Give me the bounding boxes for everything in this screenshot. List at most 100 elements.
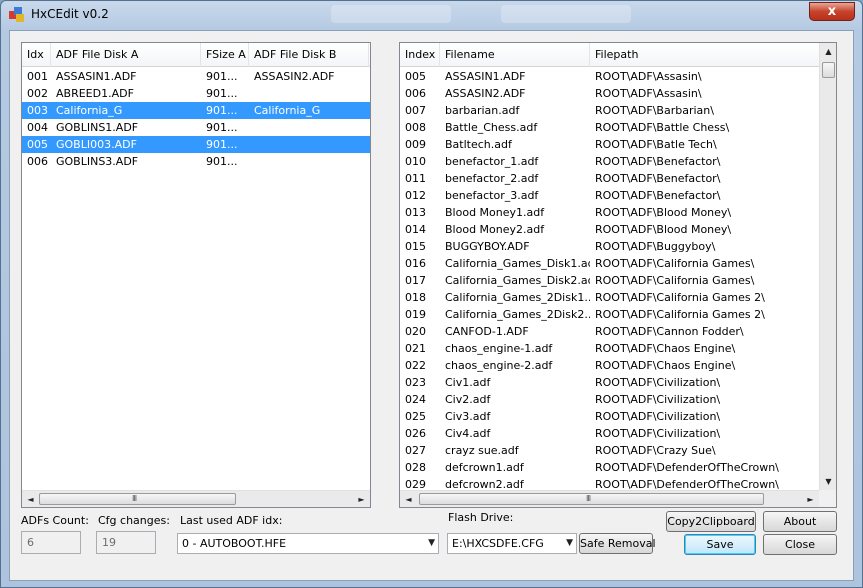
cell-filepath: ROOT\ADF\Crazy Sue\ — [595, 444, 716, 457]
table-row[interactable]: 002 ABREED1.ADF 901... — [22, 85, 370, 102]
table-row[interactable]: 006 ASSASIN2.ADF ROOT\ADF\Assasin\ — [400, 85, 819, 102]
cell-filename: ASSASIN2.ADF — [445, 87, 526, 100]
cell-filename: California_Games_Disk1.adf — [445, 257, 590, 270]
column-header-disk-a[interactable]: ADF File Disk A — [51, 43, 201, 67]
table-row[interactable]: 025 Civ3.adf ROOT\ADF\Civilization\ — [400, 408, 819, 425]
cell-idx: 001 — [27, 70, 48, 83]
close-button[interactable]: Close — [763, 534, 837, 555]
window-title: HxCEdit v0.2 — [31, 7, 109, 21]
title-bar[interactable]: HxCEdit v0.2 x — [1, 1, 862, 29]
table-row[interactable]: 001 ASSASIN1.ADF 901... ASSASIN2.ADF — [22, 68, 370, 85]
cell-idx: 002 — [27, 87, 48, 100]
cell-disk-b — [249, 136, 369, 153]
table-row[interactable]: 020 CANFOD-1.ADF ROOT\ADF\Cannon Fodder\ — [400, 323, 819, 340]
scrollbar-thumb[interactable] — [822, 62, 835, 78]
table-row[interactable]: 019 California_Games_2Disk2.... ROOT\ADF\C… — [400, 306, 819, 323]
table-row[interactable]: 028 defcrown1.adf ROOT\ADF\DefenderOfTheCr… — [400, 459, 819, 476]
column-header-index[interactable]: Index — [400, 43, 440, 67]
table-row[interactable]: 026 Civ4.adf ROOT\ADF\Civilization\ — [400, 425, 819, 442]
table-row[interactable]: 007 barbarian.adf ROOT\ADF\Barbarian\ — [400, 102, 819, 119]
table-row[interactable]: 021 chaos_engine-1.adf ROOT\ADF\Chaos Engi… — [400, 340, 819, 357]
cell-disk-a: ASSASIN1.ADF — [56, 70, 137, 83]
sd-file-list[interactable]: Index Filename Filepath 005 ASSASIN1.ADF R… — [399, 42, 837, 508]
table-row[interactable]: 022 chaos_engine-2.adf ROOT\ADF\Chaos Engi… — [400, 357, 819, 374]
column-header-disk-b[interactable]: ADF File Disk B — [249, 43, 369, 67]
cell-index: 007 — [405, 104, 426, 117]
cell-filepath: ROOT\ADF\Assasin\ — [595, 70, 702, 83]
cell-filename: California_Games_2Disk1.... — [445, 291, 590, 304]
table-row[interactable]: 011 benefactor_2.adf ROOT\ADF\Benefactor\ — [400, 170, 819, 187]
table-row[interactable]: 005 ASSASIN1.ADF ROOT\ADF\Assasin\ — [400, 68, 819, 85]
table-row[interactable]: 014 Blood Money2.adf ROOT\ADF\Blood Money\ — [400, 221, 819, 238]
scroll-right-icon[interactable]: ► — [802, 491, 819, 507]
table-row[interactable]: 004 GOBLINS1.ADF 901... — [22, 119, 370, 136]
cell-index: 012 — [405, 189, 426, 202]
save-button[interactable]: Save — [684, 534, 756, 555]
adf-slot-list[interactable]: Idx ADF File Disk A FSize A ADF File Dis… — [21, 42, 371, 508]
cell-filepath: ROOT\ADF\Benefactor\ — [595, 189, 721, 202]
table-row[interactable]: 018 California_Games_2Disk1.... ROOT\ADF\C… — [400, 289, 819, 306]
flash-drive-select[interactable]: E:\HXCSDFE.CFG ▼ — [447, 533, 577, 554]
table-row[interactable]: 015 BUGGYBOY.ADF ROOT\ADF\Buggyboy\ — [400, 238, 819, 255]
table-row[interactable]: 023 Civ1.adf ROOT\ADF\Civilization\ — [400, 374, 819, 391]
cell-fsize-a: 901... — [206, 138, 238, 151]
vertical-scrollbar[interactable]: ▲ ▼ — [819, 43, 836, 490]
cell-filepath: ROOT\ADF\Cannon Fodder\ — [595, 325, 744, 338]
table-row[interactable]: 024 Civ2.adf ROOT\ADF\Civilization\ — [400, 391, 819, 408]
table-row[interactable]: 017 California_Games_Disk2.adf ROOT\ADF\Ca… — [400, 272, 819, 289]
cell-idx: 005 — [27, 138, 48, 151]
window-close-button[interactable]: x — [809, 2, 855, 21]
safe-removal-button[interactable]: Safe Removal — [579, 533, 656, 554]
app-window: HxCEdit v0.2 x Idx ADF File Disk A FSize… — [0, 0, 863, 588]
cell-filepath: ROOT\ADF\Blood Money\ — [595, 223, 732, 236]
column-header-filepath[interactable]: Filepath — [590, 43, 820, 67]
cell-idx: 006 — [27, 155, 48, 168]
table-row[interactable]: 009 Batltech.adf ROOT\ADF\Batle Tech\ — [400, 136, 819, 153]
scrollbar-thumb[interactable]: III — [39, 493, 236, 505]
cell-filename: chaos_engine-1.adf — [445, 342, 553, 355]
cell-filepath: ROOT\ADF\Battle Chess\ — [595, 121, 730, 134]
cell-idx: 003 — [27, 104, 48, 117]
horizontal-scrollbar[interactable]: ◄ III ► — [400, 490, 819, 507]
scroll-right-icon[interactable]: ► — [353, 491, 370, 507]
copy-to-clipboard-button[interactable]: Copy2Clipboard — [666, 511, 756, 532]
cell-index: 020 — [405, 325, 426, 338]
scroll-left-icon[interactable]: ◄ — [400, 491, 417, 507]
scroll-down-icon[interactable]: ▼ — [820, 473, 836, 490]
scroll-up-icon[interactable]: ▲ — [820, 43, 836, 60]
table-row[interactable]: 013 Blood Money1.adf ROOT\ADF\Blood Money\ — [400, 204, 819, 221]
cell-filename: barbarian.adf — [445, 104, 520, 117]
cell-filepath: ROOT\ADF\Assasin\ — [595, 87, 702, 100]
grip-icon: III — [586, 494, 591, 503]
column-header-filename[interactable]: Filename — [440, 43, 590, 67]
table-row[interactable]: 016 California_Games_Disk1.adf ROOT\ADF\Ca… — [400, 255, 819, 272]
cell-disk-a: GOBLI003.ADF — [56, 138, 137, 151]
table-row[interactable]: 006 GOBLINS3.ADF 901... — [22, 153, 370, 170]
cell-filepath: ROOT\ADF\California Games 2\ — [595, 308, 765, 321]
app-icon — [9, 7, 25, 23]
column-header-idx[interactable]: Idx — [22, 43, 51, 67]
column-header-fsize-a[interactable]: FSize A — [201, 43, 249, 67]
flash-drive-label: Flash Drive: — [448, 511, 514, 524]
cell-filename: Battle_Chess.adf — [445, 121, 538, 134]
cell-filename: CANFOD-1.ADF — [445, 325, 529, 338]
scroll-left-icon[interactable]: ◄ — [22, 491, 39, 507]
last-used-adf-label: Last used ADF idx: — [180, 514, 283, 527]
cell-filepath: ROOT\ADF\Batle Tech\ — [595, 138, 717, 151]
table-row[interactable]: 027 crayz sue.adf ROOT\ADF\Crazy Sue\ — [400, 442, 819, 459]
about-button[interactable]: About — [763, 511, 837, 532]
table-row[interactable]: 005 GOBLI003.ADF 901... — [22, 136, 370, 153]
horizontal-scrollbar[interactable]: ◄ III ► — [22, 490, 370, 507]
scrollbar-thumb[interactable]: III — [419, 493, 764, 505]
cell-filepath: ROOT\ADF\Chaos Engine\ — [595, 342, 736, 355]
cell-index: 022 — [405, 359, 426, 372]
cell-filename: BUGGYBOY.ADF — [445, 240, 530, 253]
last-used-adf-select[interactable]: 0 - AUTOBOOT.HFE ▼ — [177, 533, 439, 554]
table-row[interactable]: 008 Battle_Chess.adf ROOT\ADF\Battle Chess… — [400, 119, 819, 136]
cfg-changes-label: Cfg changes: — [98, 514, 170, 527]
table-row[interactable]: 012 benefactor_3.adf ROOT\ADF\Benefactor\ — [400, 187, 819, 204]
table-row[interactable]: 010 benefactor_1.adf ROOT\ADF\Benefactor\ — [400, 153, 819, 170]
cell-fsize-a: 901... — [206, 104, 238, 117]
table-row[interactable]: 003 California_G 901... California_G — [22, 102, 370, 119]
grip-icon: III — [132, 494, 137, 503]
